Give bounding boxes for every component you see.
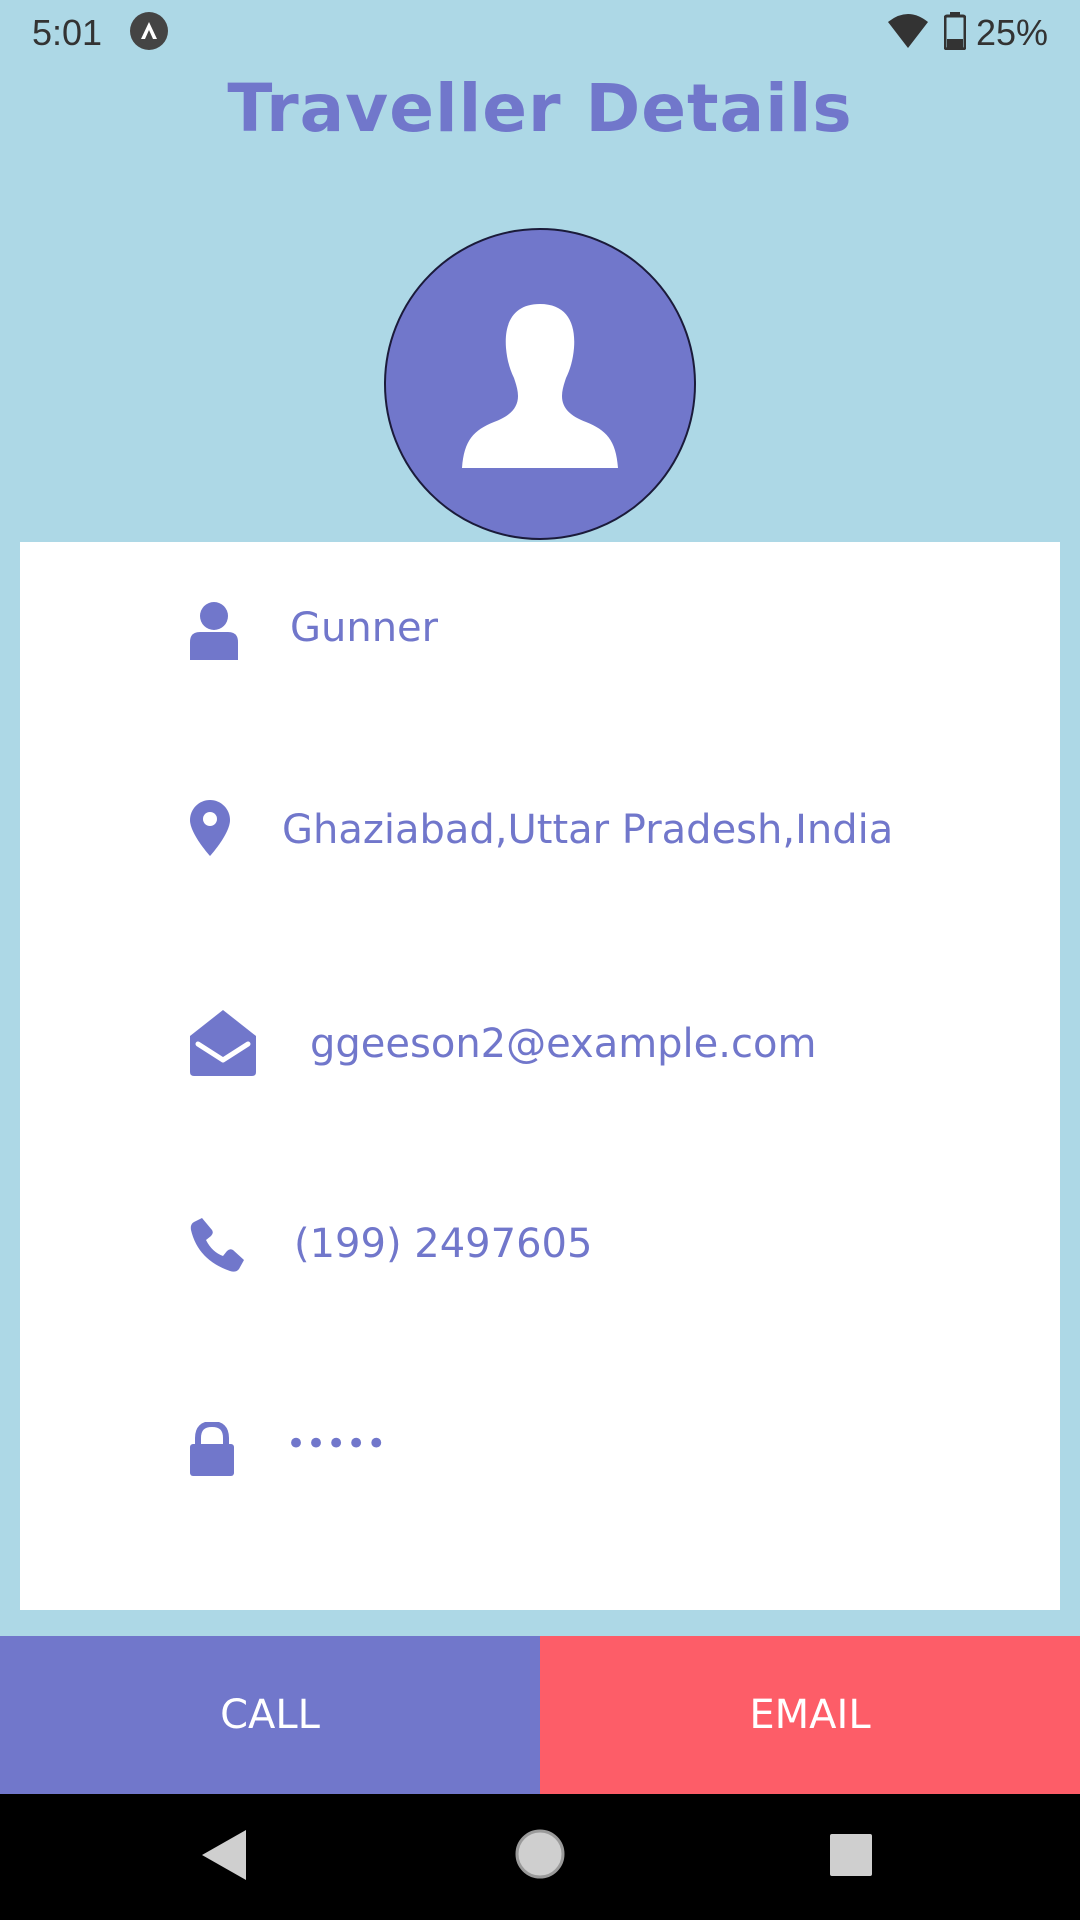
envelope-open-icon xyxy=(190,1010,256,1076)
recents-icon[interactable] xyxy=(830,1834,872,1876)
location-pin-icon xyxy=(190,800,230,856)
details-card: Gunner Ghaziabad,Uttar Pradesh,India gge… xyxy=(20,542,1060,1610)
page-title: Traveller Details xyxy=(227,70,853,147)
lock-icon xyxy=(190,1422,234,1476)
email-row: ggeeson2@example.com xyxy=(20,1010,1060,1090)
name-value: Gunner xyxy=(290,605,439,651)
action-bar: CALL EMAIL xyxy=(0,1636,1080,1794)
status-bar: 5:01 25% xyxy=(0,0,1080,64)
password-value: ••••• xyxy=(286,1424,387,1464)
email-value: ggeeson2@example.com xyxy=(310,1021,817,1067)
status-time: 5:01 xyxy=(32,12,103,53)
name-row: Gunner xyxy=(20,602,1060,682)
app-notification-icon xyxy=(130,12,168,50)
navigation-bar xyxy=(0,1794,1080,1920)
phone-icon xyxy=(190,1218,244,1272)
avatar xyxy=(384,228,696,540)
home-icon[interactable] xyxy=(514,1828,566,1880)
location-row: Ghaziabad,Uttar Pradesh,India xyxy=(20,800,1060,892)
location-value: Ghaziabad,Uttar Pradesh,India xyxy=(282,807,894,853)
user-silhouette-icon xyxy=(462,304,618,468)
phone-row: (199) 2497605 xyxy=(20,1218,1060,1298)
call-button[interactable]: CALL xyxy=(0,1636,540,1794)
person-icon xyxy=(190,602,238,660)
back-icon[interactable] xyxy=(202,1830,246,1880)
password-row: ••••• xyxy=(20,1422,1060,1502)
wifi-icon xyxy=(888,14,928,48)
battery-percent: 25% xyxy=(976,12,1049,53)
email-button[interactable]: EMAIL xyxy=(540,1636,1080,1794)
battery-icon xyxy=(944,12,966,50)
phone-value: (199) 2497605 xyxy=(294,1221,593,1267)
